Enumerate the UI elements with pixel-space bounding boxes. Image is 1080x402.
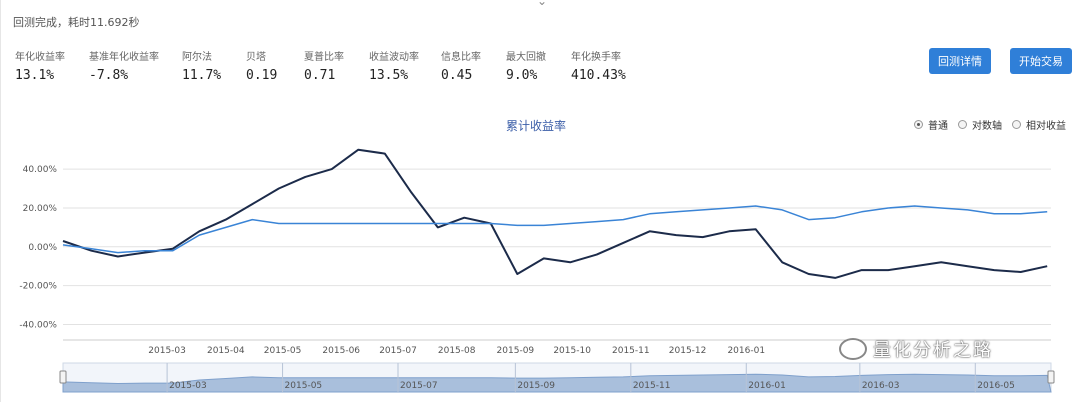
x-tick-label: 2015-11	[612, 346, 650, 356]
navigator-tick-label: 2015-03	[169, 381, 207, 391]
x-tick-label: 2015-06	[322, 346, 360, 356]
series-line	[62, 205, 1048, 254]
navigator-tick-label: 2016-05	[977, 381, 1015, 391]
navigator-tick-label: 2016-01	[748, 381, 786, 391]
x-tick-label: 2015-07	[379, 346, 417, 356]
y-tick-label: 0.00%	[28, 243, 57, 253]
navigator-handle[interactable]	[59, 370, 67, 384]
x-tick-label: 2015-12	[669, 346, 707, 356]
navigator-tick-label: 2015-07	[400, 381, 438, 391]
y-tick-label: -40.00%	[19, 320, 57, 330]
navigator-tick-label: 2016-03	[862, 381, 900, 391]
x-tick-label: 2015-09	[497, 346, 535, 356]
watermark-text: 量化分析之路	[873, 340, 993, 361]
x-tick-label: 2016-01	[727, 346, 765, 356]
navigator-tick-label: 2015-05	[285, 381, 323, 391]
x-tick-label: 2015-03	[148, 346, 186, 356]
navigator-tick-label: 2015-11	[633, 381, 671, 391]
y-tick-label: -20.00%	[19, 282, 57, 292]
y-tick-label: 20.00%	[23, 204, 58, 214]
x-tick-label: 2015-10	[553, 346, 591, 356]
navigator-tick-label: 2015-09	[517, 381, 555, 391]
backtest-panel: ⌄ 回测完成，耗时11.692秒 年化收益率 13.1% 基准年化收益率 -7.8% 阿…	[0, 0, 1080, 402]
wechat-icon	[839, 338, 867, 360]
x-tick-label: 2015-04	[207, 346, 245, 356]
navigator-handle[interactable]	[1047, 370, 1055, 384]
watermark: 量化分析之路	[839, 336, 993, 362]
x-tick-label: 2015-08	[438, 346, 476, 356]
y-tick-label: 40.00%	[23, 165, 58, 175]
x-tick-label: 2015-05	[264, 346, 302, 356]
